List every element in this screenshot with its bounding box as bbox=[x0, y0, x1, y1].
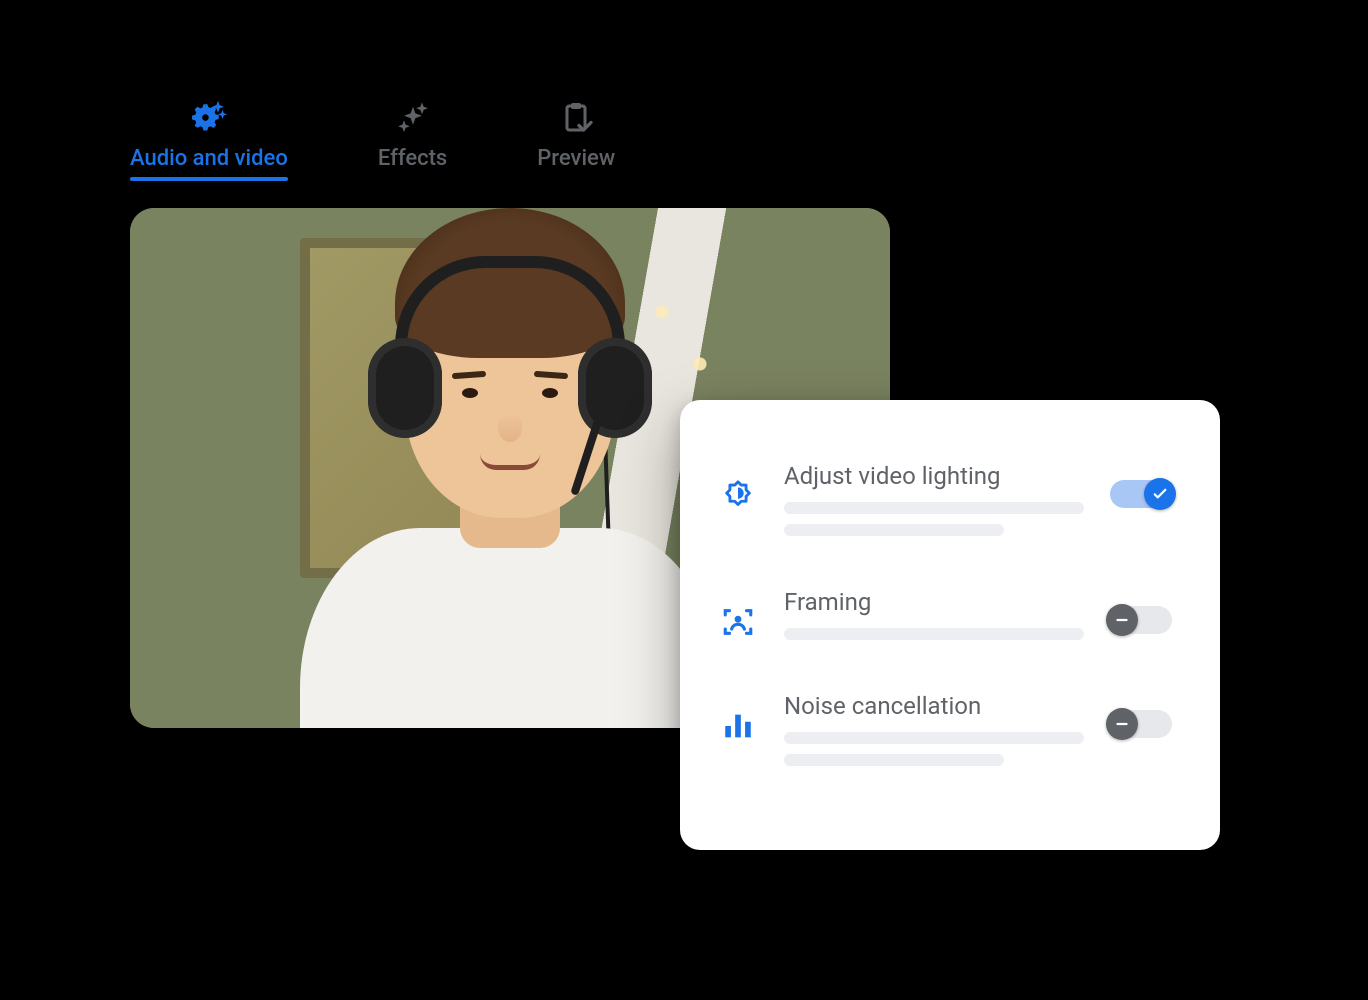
tab-label: Preview bbox=[537, 146, 615, 171]
setting-title: Framing bbox=[784, 588, 1090, 616]
clipboard-check-icon bbox=[558, 100, 594, 136]
skeleton-line bbox=[784, 628, 1084, 640]
setting-noise-cancellation: Noise cancellation bbox=[720, 674, 1180, 794]
toggle-noise-cancellation[interactable] bbox=[1110, 710, 1172, 738]
toggle-framing[interactable] bbox=[1110, 606, 1172, 634]
skeleton-line bbox=[784, 502, 1084, 514]
skeleton-line bbox=[784, 754, 1004, 766]
setting-framing: Framing bbox=[720, 570, 1180, 668]
minus-icon bbox=[1106, 708, 1138, 740]
toggle-adjust-video-lighting[interactable] bbox=[1110, 480, 1172, 508]
skeleton-line bbox=[784, 732, 1084, 744]
tab-preview[interactable]: Preview bbox=[537, 100, 615, 179]
person-frame-icon bbox=[720, 604, 756, 640]
minus-icon bbox=[1106, 604, 1138, 636]
gear-sparkle-icon bbox=[191, 100, 227, 136]
tab-effects[interactable]: Effects bbox=[378, 100, 447, 179]
tab-label: Audio and video bbox=[130, 146, 288, 171]
audio-video-settings-card: Adjust video lighting Framing bbox=[680, 400, 1220, 850]
setting-title: Adjust video lighting bbox=[784, 462, 1090, 490]
check-icon bbox=[1144, 478, 1176, 510]
webcam-person-illustration bbox=[290, 268, 730, 728]
setting-title: Noise cancellation bbox=[784, 692, 1090, 720]
tab-label: Effects bbox=[378, 146, 447, 171]
tabs-bar: Audio and video Effects Preview bbox=[130, 100, 615, 179]
skeleton-line bbox=[784, 524, 1004, 536]
setting-adjust-video-lighting: Adjust video lighting bbox=[720, 444, 1180, 564]
brightness-icon bbox=[720, 478, 756, 514]
equalizer-icon bbox=[720, 708, 756, 744]
tab-audio-and-video[interactable]: Audio and video bbox=[130, 100, 288, 179]
sparkles-icon bbox=[395, 100, 431, 136]
